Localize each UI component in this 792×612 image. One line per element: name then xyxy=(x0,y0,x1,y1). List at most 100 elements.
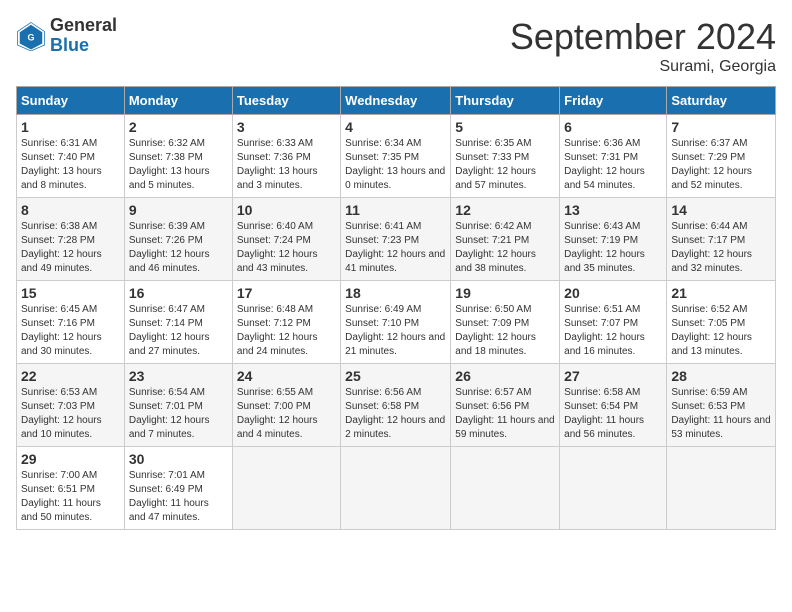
daylight-label: Daylight: 12 hours and 41 minutes. xyxy=(345,249,445,274)
day-info: Sunrise: 6:59 AM Sunset: 6:53 PM Dayligh… xyxy=(671,386,771,442)
calendar-cell: 19 Sunrise: 6:50 AM Sunset: 7:09 PM Dayl… xyxy=(451,281,560,364)
sunset-label: Sunset: 7:31 PM xyxy=(564,152,638,163)
calendar-cell: 25 Sunrise: 6:56 AM Sunset: 6:58 PM Dayl… xyxy=(341,364,451,447)
day-number: 25 xyxy=(345,368,446,384)
calendar-cell: 5 Sunrise: 6:35 AM Sunset: 7:33 PM Dayli… xyxy=(451,115,560,198)
calendar-cell: 10 Sunrise: 6:40 AM Sunset: 7:24 PM Dayl… xyxy=(232,198,340,281)
sunrise-label: Sunrise: 6:45 AM xyxy=(21,304,97,315)
daylight-label: Daylight: 12 hours and 49 minutes. xyxy=(21,249,102,274)
sunrise-label: Sunrise: 6:31 AM xyxy=(21,138,97,149)
day-number: 29 xyxy=(21,451,120,467)
sunset-label: Sunset: 6:54 PM xyxy=(564,401,638,412)
calendar-cell: 16 Sunrise: 6:47 AM Sunset: 7:14 PM Dayl… xyxy=(124,281,232,364)
calendar-cell: 8 Sunrise: 6:38 AM Sunset: 7:28 PM Dayli… xyxy=(17,198,125,281)
daylight-label: Daylight: 13 hours and 0 minutes. xyxy=(345,166,445,191)
calendar-cell xyxy=(341,447,451,530)
calendar-week-4: 22 Sunrise: 6:53 AM Sunset: 7:03 PM Dayl… xyxy=(17,364,776,447)
calendar-cell: 3 Sunrise: 6:33 AM Sunset: 7:36 PM Dayli… xyxy=(232,115,340,198)
day-info: Sunrise: 6:36 AM Sunset: 7:31 PM Dayligh… xyxy=(564,137,662,193)
day-number: 10 xyxy=(237,202,336,218)
day-number: 14 xyxy=(671,202,771,218)
sunset-label: Sunset: 7:21 PM xyxy=(455,235,529,246)
weekday-header-wednesday: Wednesday xyxy=(341,87,451,115)
calendar-cell: 13 Sunrise: 6:43 AM Sunset: 7:19 PM Dayl… xyxy=(560,198,667,281)
sunrise-label: Sunrise: 6:39 AM xyxy=(129,221,205,232)
title-block: September 2024 Surami, Georgia xyxy=(510,16,776,76)
sunset-label: Sunset: 7:03 PM xyxy=(21,401,95,412)
sunrise-label: Sunrise: 6:55 AM xyxy=(237,387,313,398)
calendar-cell: 18 Sunrise: 6:49 AM Sunset: 7:10 PM Dayl… xyxy=(341,281,451,364)
sunrise-label: Sunrise: 6:43 AM xyxy=(564,221,640,232)
sunset-label: Sunset: 7:33 PM xyxy=(455,152,529,163)
logo-text: General Blue xyxy=(50,16,117,56)
day-number: 30 xyxy=(129,451,228,467)
day-number: 16 xyxy=(129,285,228,301)
day-number: 18 xyxy=(345,285,446,301)
calendar-cell: 22 Sunrise: 6:53 AM Sunset: 7:03 PM Dayl… xyxy=(17,364,125,447)
weekday-header-monday: Monday xyxy=(124,87,232,115)
day-number: 9 xyxy=(129,202,228,218)
sunset-label: Sunset: 6:53 PM xyxy=(671,401,745,412)
day-info: Sunrise: 6:49 AM Sunset: 7:10 PM Dayligh… xyxy=(345,303,446,359)
sunset-label: Sunset: 6:49 PM xyxy=(129,484,203,495)
day-info: Sunrise: 6:35 AM Sunset: 7:33 PM Dayligh… xyxy=(455,137,555,193)
day-number: 2 xyxy=(129,119,228,135)
calendar-cell: 6 Sunrise: 6:36 AM Sunset: 7:31 PM Dayli… xyxy=(560,115,667,198)
calendar-week-5: 29 Sunrise: 7:00 AM Sunset: 6:51 PM Dayl… xyxy=(17,447,776,530)
sunset-label: Sunset: 7:17 PM xyxy=(671,235,745,246)
daylight-label: Daylight: 11 hours and 59 minutes. xyxy=(455,415,554,440)
sunset-label: Sunset: 7:24 PM xyxy=(237,235,311,246)
calendar-cell: 9 Sunrise: 6:39 AM Sunset: 7:26 PM Dayli… xyxy=(124,198,232,281)
sunrise-label: Sunrise: 6:35 AM xyxy=(455,138,531,149)
logo-blue: Blue xyxy=(50,36,117,56)
sunset-label: Sunset: 7:38 PM xyxy=(129,152,203,163)
day-number: 24 xyxy=(237,368,336,384)
sunset-label: Sunset: 6:58 PM xyxy=(345,401,419,412)
day-number: 21 xyxy=(671,285,771,301)
daylight-label: Daylight: 11 hours and 56 minutes. xyxy=(564,415,644,440)
daylight-label: Daylight: 12 hours and 2 minutes. xyxy=(345,415,445,440)
day-info: Sunrise: 6:34 AM Sunset: 7:35 PM Dayligh… xyxy=(345,137,446,193)
calendar-cell: 12 Sunrise: 6:42 AM Sunset: 7:21 PM Dayl… xyxy=(451,198,560,281)
day-info: Sunrise: 6:57 AM Sunset: 6:56 PM Dayligh… xyxy=(455,386,555,442)
calendar-cell: 30 Sunrise: 7:01 AM Sunset: 6:49 PM Dayl… xyxy=(124,447,232,530)
sunrise-label: Sunrise: 7:00 AM xyxy=(21,470,97,481)
calendar-cell: 24 Sunrise: 6:55 AM Sunset: 7:00 PM Dayl… xyxy=(232,364,340,447)
daylight-label: Daylight: 12 hours and 32 minutes. xyxy=(671,249,752,274)
calendar-cell xyxy=(232,447,340,530)
calendar-week-1: 1 Sunrise: 6:31 AM Sunset: 7:40 PM Dayli… xyxy=(17,115,776,198)
sunset-label: Sunset: 6:51 PM xyxy=(21,484,95,495)
day-info: Sunrise: 6:39 AM Sunset: 7:26 PM Dayligh… xyxy=(129,220,228,276)
daylight-label: Daylight: 13 hours and 8 minutes. xyxy=(21,166,102,191)
day-number: 19 xyxy=(455,285,555,301)
sunrise-label: Sunrise: 6:40 AM xyxy=(237,221,313,232)
day-number: 17 xyxy=(237,285,336,301)
weekday-header-sunday: Sunday xyxy=(17,87,125,115)
day-number: 27 xyxy=(564,368,662,384)
sunset-label: Sunset: 7:14 PM xyxy=(129,318,203,329)
day-info: Sunrise: 6:44 AM Sunset: 7:17 PM Dayligh… xyxy=(671,220,771,276)
sunrise-label: Sunrise: 6:56 AM xyxy=(345,387,421,398)
sunrise-label: Sunrise: 6:59 AM xyxy=(671,387,747,398)
sunset-label: Sunset: 7:16 PM xyxy=(21,318,95,329)
calendar-header-row: SundayMondayTuesdayWednesdayThursdayFrid… xyxy=(17,87,776,115)
daylight-label: Daylight: 12 hours and 57 minutes. xyxy=(455,166,536,191)
calendar-cell: 21 Sunrise: 6:52 AM Sunset: 7:05 PM Dayl… xyxy=(667,281,776,364)
daylight-label: Daylight: 13 hours and 3 minutes. xyxy=(237,166,318,191)
day-number: 22 xyxy=(21,368,120,384)
daylight-label: Daylight: 12 hours and 7 minutes. xyxy=(129,415,210,440)
daylight-label: Daylight: 12 hours and 18 minutes. xyxy=(455,332,536,357)
day-number: 20 xyxy=(564,285,662,301)
page-header: G General Blue September 2024 Surami, Ge… xyxy=(16,16,776,76)
month-title: September 2024 xyxy=(510,16,776,58)
day-info: Sunrise: 6:32 AM Sunset: 7:38 PM Dayligh… xyxy=(129,137,228,193)
calendar-cell: 11 Sunrise: 6:41 AM Sunset: 7:23 PM Dayl… xyxy=(341,198,451,281)
day-info: Sunrise: 6:48 AM Sunset: 7:12 PM Dayligh… xyxy=(237,303,336,359)
sunrise-label: Sunrise: 6:53 AM xyxy=(21,387,97,398)
sunset-label: Sunset: 7:09 PM xyxy=(455,318,529,329)
day-number: 11 xyxy=(345,202,446,218)
sunset-label: Sunset: 7:12 PM xyxy=(237,318,311,329)
sunrise-label: Sunrise: 6:34 AM xyxy=(345,138,421,149)
logo: G General Blue xyxy=(16,16,117,56)
day-info: Sunrise: 7:01 AM Sunset: 6:49 PM Dayligh… xyxy=(129,469,228,525)
